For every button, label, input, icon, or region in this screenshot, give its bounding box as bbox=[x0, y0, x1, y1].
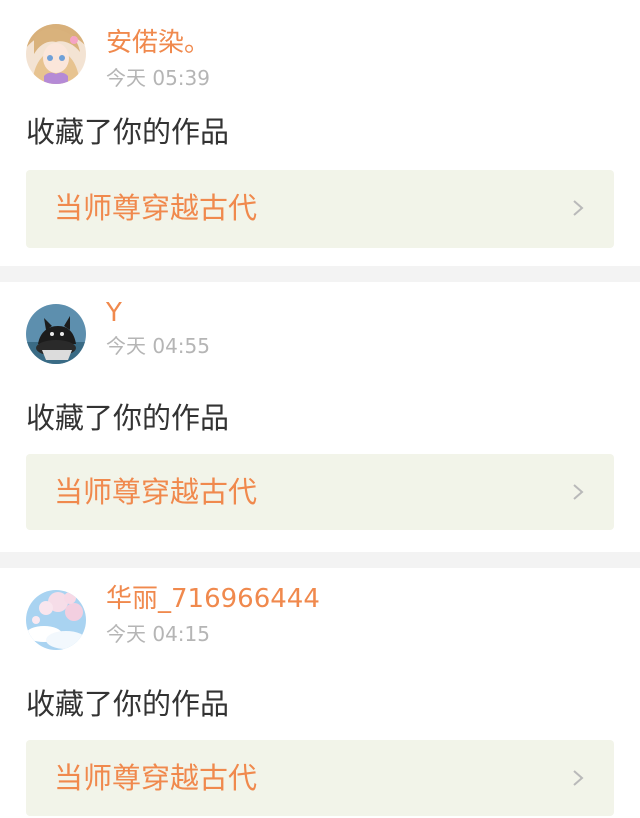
anime-girl-avatar-icon bbox=[26, 24, 86, 84]
username[interactable]: Y bbox=[106, 298, 122, 328]
work-title: 当师尊穿越古代 bbox=[54, 191, 258, 225]
work-link[interactable]: 当师尊穿越古代 bbox=[26, 454, 614, 530]
work-link[interactable]: 当师尊穿越古代 bbox=[26, 740, 614, 816]
divider bbox=[0, 266, 640, 282]
action-text: 收藏了你的作品 bbox=[26, 687, 230, 721]
work-title: 当师尊穿越古代 bbox=[54, 761, 258, 795]
action-text: 收藏了你的作品 bbox=[26, 401, 230, 435]
action-text: 收藏了你的作品 bbox=[26, 115, 230, 149]
notification-header: Y 今天 04:55 bbox=[26, 282, 614, 370]
work-link[interactable]: 当师尊穿越古代 bbox=[26, 170, 614, 248]
username[interactable]: 华丽_716966444 bbox=[106, 584, 320, 614]
timestamp: 今天 04:15 bbox=[106, 622, 210, 646]
notification-item: Y 今天 04:55 收藏了你的作品 当师尊穿越古代 bbox=[0, 282, 640, 552]
work-title: 当师尊穿越古代 bbox=[54, 475, 258, 509]
username[interactable]: 安偌染。 bbox=[106, 28, 210, 58]
notification-header: 安偌染。 今天 05:39 bbox=[26, 0, 614, 90]
divider bbox=[0, 552, 640, 568]
timestamp: 今天 05:39 bbox=[106, 66, 210, 90]
avatar[interactable] bbox=[26, 24, 86, 84]
notification-item: 华丽_716966444 今天 04:15 收藏了你的作品 当师尊穿越古代 bbox=[0, 568, 640, 818]
notification-feed: 安偌染。 今天 05:39 收藏了你的作品 当师尊穿越古代 Y 今天 04:55… bbox=[0, 0, 640, 818]
timestamp: 今天 04:55 bbox=[106, 334, 210, 358]
notification-header: 华丽_716966444 今天 04:15 bbox=[26, 568, 614, 656]
sky-blossom-avatar-icon bbox=[26, 590, 86, 650]
avatar[interactable] bbox=[26, 590, 86, 650]
chevron-right-icon bbox=[573, 770, 584, 786]
chevron-right-icon bbox=[573, 484, 584, 500]
chevron-right-icon bbox=[573, 200, 584, 216]
avatar[interactable] bbox=[26, 304, 86, 364]
black-cat-avatar-icon bbox=[26, 304, 86, 364]
notification-item: 安偌染。 今天 05:39 收藏了你的作品 当师尊穿越古代 bbox=[0, 0, 640, 266]
